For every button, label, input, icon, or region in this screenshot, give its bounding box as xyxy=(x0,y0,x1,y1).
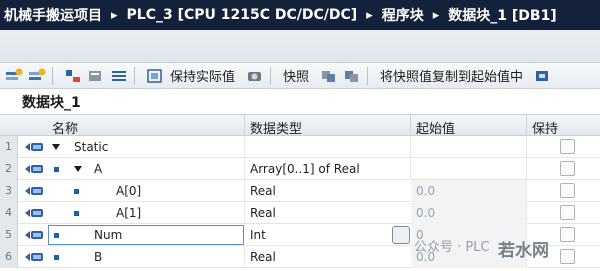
db-interface-icon xyxy=(25,165,43,173)
snapshot-camera-icon[interactable] xyxy=(245,67,264,85)
row-datatype[interactable]: Int xyxy=(250,228,266,242)
table-row[interactable]: 4 A[1] Real 0.0 xyxy=(0,202,600,224)
toolbar-separator xyxy=(367,66,369,85)
row-name[interactable]: Static xyxy=(74,140,108,154)
snapshot-button[interactable]: 快照 xyxy=(283,66,309,85)
db-interface-icon xyxy=(25,231,43,239)
member-bullet-icon xyxy=(54,167,59,172)
member-bullet-icon xyxy=(74,211,79,216)
header-divider[interactable] xyxy=(526,115,527,137)
row-datatype[interactable]: Array[0..1] of Real xyxy=(250,162,360,176)
retain-checkbox[interactable] xyxy=(560,183,575,198)
load-snapshot-icon[interactable] xyxy=(342,67,361,85)
row-number: 5 xyxy=(0,224,18,246)
collapse-all-icon[interactable] xyxy=(86,67,105,85)
row-datatype[interactable]: Real xyxy=(250,206,276,220)
expand-triangle-icon[interactable] xyxy=(74,166,82,172)
column-divider xyxy=(526,158,527,180)
watermark-text: 公众号 · PLC xyxy=(414,240,490,255)
table-row[interactable]: 3 A[0] Real 0.0 xyxy=(0,180,600,202)
table-row[interactable]: 2 A Array[0..1] of Real xyxy=(0,158,600,180)
name-edit-box[interactable] xyxy=(48,225,244,245)
keep-actual-values-icon[interactable] xyxy=(145,67,164,85)
keep-actual-values-button[interactable]: 保持实际值 xyxy=(170,66,235,85)
table-row[interactable]: 1 Static xyxy=(0,136,600,158)
row-name[interactable]: B xyxy=(94,250,102,264)
row-number: 4 xyxy=(0,202,18,224)
row-start-value: 0.0 xyxy=(416,184,436,198)
header-divider[interactable] xyxy=(244,115,245,137)
member-bullet-icon xyxy=(74,189,79,194)
retain-checkbox[interactable] xyxy=(560,205,575,220)
expand-triangle-icon[interactable] xyxy=(52,144,60,150)
more-actions-icon[interactable] xyxy=(533,67,552,85)
breadcrumb-project[interactable]: 机械手搬运项目 xyxy=(4,5,102,25)
row-number: 6 xyxy=(0,246,18,268)
editor-header-strip xyxy=(0,30,600,63)
member-bullet-icon xyxy=(54,233,59,238)
toolbar: 保持实际值 快照 将快照值复制到起始值中 xyxy=(0,63,600,89)
block-title: 数据块_1 xyxy=(22,95,81,111)
row-name[interactable]: Num xyxy=(94,228,122,242)
column-divider xyxy=(244,180,245,202)
breadcrumb-datablock[interactable]: 数据块_1 [DB1] xyxy=(448,5,556,25)
column-divider xyxy=(526,180,527,202)
retain-checkbox[interactable] xyxy=(560,227,575,242)
retain-checkbox[interactable] xyxy=(560,161,575,176)
toolbar-separator xyxy=(134,66,135,85)
column-divider xyxy=(244,158,245,180)
toolbar-separator xyxy=(52,66,53,85)
db-interface-icon xyxy=(25,143,43,151)
column-divider xyxy=(526,202,527,224)
breadcrumb-program-blocks[interactable]: 程序块 xyxy=(382,5,424,25)
expand-all-icon[interactable] xyxy=(63,67,82,85)
insert-row-icon[interactable] xyxy=(4,67,23,85)
column-divider xyxy=(410,158,411,180)
breadcrumb-separator: ▸ xyxy=(432,7,440,23)
column-divider xyxy=(244,136,245,158)
breadcrumb: 机械手搬运项目 ▸ PLC_3 [CPU 1215C DC/DC/DC] ▸ 程… xyxy=(0,0,600,30)
column-divider xyxy=(244,246,245,268)
watermark-brand: 若水网 xyxy=(498,241,549,261)
retain-checkbox[interactable] xyxy=(560,139,575,154)
member-bullet-icon xyxy=(54,255,59,260)
row-datatype[interactable]: Real xyxy=(250,184,276,198)
list-view-icon[interactable] xyxy=(109,67,128,85)
breadcrumb-separator: ▸ xyxy=(111,7,118,23)
start-value-cell[interactable]: 0.0 xyxy=(411,180,526,202)
column-divider xyxy=(410,136,411,158)
row-number: 1 xyxy=(0,136,18,158)
db-interface-icon xyxy=(25,187,43,195)
breadcrumb-plc[interactable]: PLC_3 [CPU 1215C DC/DC/DC] xyxy=(127,7,358,23)
copy-snapshot-to-start-button[interactable]: 将快照值复制到起始值中 xyxy=(380,66,523,85)
row-start-value: 0.0 xyxy=(416,206,436,220)
wechat-icon xyxy=(392,226,410,244)
row-datatype[interactable]: Real xyxy=(250,250,276,264)
header-divider[interactable] xyxy=(410,115,411,137)
header-retain[interactable]: 保持 xyxy=(532,118,558,137)
row-number: 3 xyxy=(0,180,18,202)
add-row-icon[interactable] xyxy=(27,67,46,85)
column-divider xyxy=(526,136,527,158)
header-name[interactable]: 名称 xyxy=(52,118,78,137)
header-start-value[interactable]: 起始值 xyxy=(416,118,455,137)
copy-snapshot-icon[interactable] xyxy=(319,67,338,85)
table-header: 名称 数据类型 起始值 保持 xyxy=(0,114,600,137)
row-number: 2 xyxy=(0,158,18,180)
row-name[interactable]: A[1] xyxy=(116,206,141,220)
column-divider xyxy=(244,202,245,224)
toolbar-separator xyxy=(270,66,272,85)
retain-checkbox[interactable] xyxy=(560,249,575,264)
header-datatype[interactable]: 数据类型 xyxy=(250,118,302,137)
db-interface-icon xyxy=(25,209,43,217)
start-value-cell[interactable]: 0.0 xyxy=(411,202,526,224)
row-name[interactable]: A[0] xyxy=(116,184,141,198)
db-interface-icon xyxy=(25,253,43,261)
row-name[interactable]: A xyxy=(94,162,102,176)
breadcrumb-separator: ▸ xyxy=(366,7,373,23)
